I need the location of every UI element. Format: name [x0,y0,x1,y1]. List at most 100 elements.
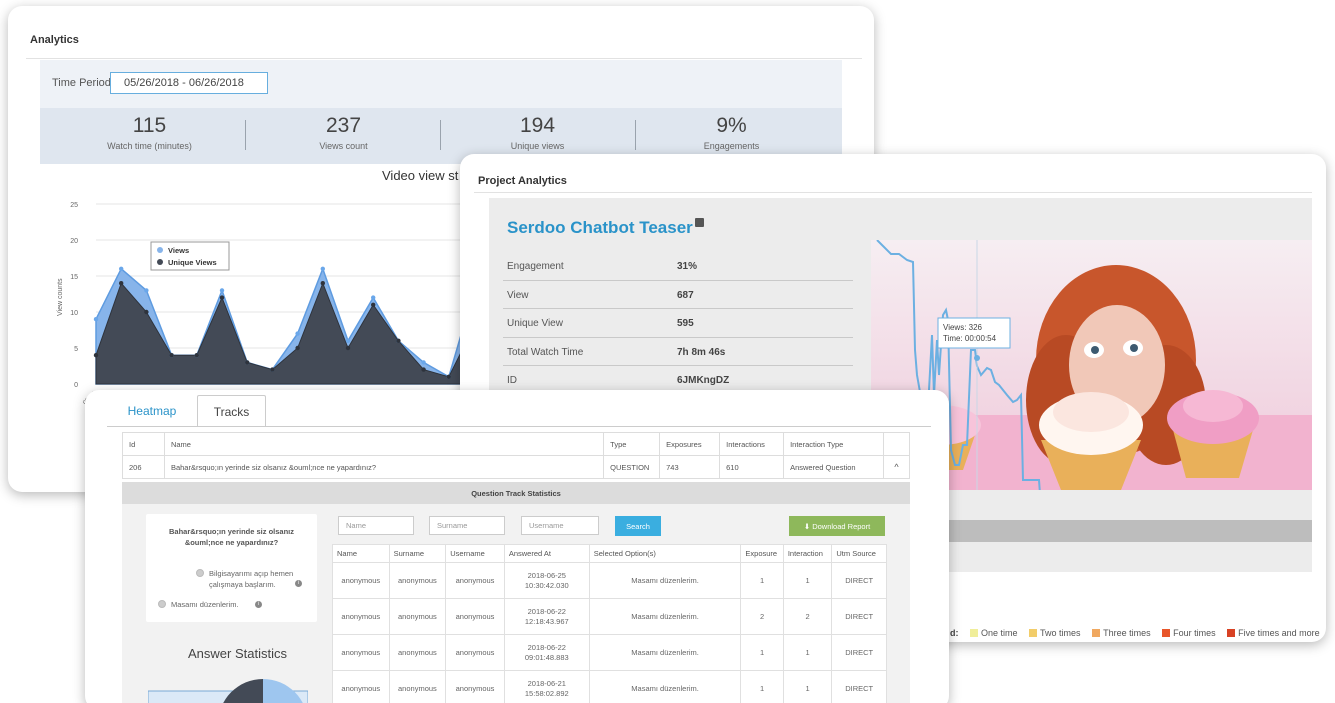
unique-views-point[interactable] [446,374,451,379]
unique-views-point[interactable] [345,345,351,351]
views-point[interactable] [144,288,149,293]
cell-answered-at: 2018-06-21 15:58:02.892 [503,670,590,703]
cell-option: Masamı düzenlerim. [588,562,742,599]
chevron-up-icon[interactable]: ^ [882,455,911,479]
external-link-icon[interactable] [694,218,704,227]
stat-value: 237 [325,114,362,137]
info-icon[interactable]: i [255,601,262,608]
row-name: Bahar&rsquo;ın yerinde siz olsanız &ouml… [163,455,605,479]
views-point[interactable] [119,266,124,271]
unique-views-point[interactable] [93,353,99,358]
cell-interaction: 1 [782,670,833,703]
row-interaction-type: Answered Question [783,455,884,479]
unique-views-point[interactable] [320,281,325,286]
meta-value: 7h 8m 46s [677,346,726,358]
unique-views-point[interactable] [219,295,225,300]
tab-tracks[interactable]: Tracks [197,395,266,427]
unique-views-point[interactable] [295,345,300,351]
meta-row-total-watch-time: Total Watch Time 7h 8m 46s [503,338,853,366]
download-report-button[interactable]: ⬇ Download Report [789,516,885,536]
chart-title: Video view st [382,168,459,183]
answered-date: 2018-06-22 [527,606,566,616]
cell-utm: DIRECT [831,634,887,671]
cell-username: anonymous [445,562,505,599]
search-button[interactable]: Search [615,516,661,536]
cell-answered-at: 2018-06-25 10:30:42.030 [503,562,590,599]
views-point[interactable] [320,266,325,271]
legend-swatch-views [157,247,163,253]
tab-heatmap[interactable]: Heatmap [107,395,197,427]
unique-views-point[interactable] [371,302,376,307]
time-period-input[interactable]: 05/26/2018 - 06/26/2018 [110,72,268,94]
col-interaction-type: Interaction Type [783,432,884,456]
cell-username: anonymous [445,634,505,671]
unique-views-point[interactable] [119,281,124,286]
col-exposures: Exposures [659,432,721,456]
heatmap-legend: d: One time Two times Three times Four t… [950,628,1320,638]
table-row: anonymous anonymous anonymous 2018-06-25… [332,562,887,599]
option-radio[interactable] [158,600,166,608]
project-name-link[interactable]: Serdoo Chatbot Teaser [507,218,704,238]
views-point[interactable] [345,338,351,343]
unique-views-point[interactable] [396,338,401,343]
unique-views-point[interactable] [245,360,250,365]
video-view-chart: 0510152025 05-27 View counts Views Uniqu… [57,202,477,406]
unique-views-point[interactable] [169,353,174,358]
option-radio[interactable] [196,569,204,577]
responses-table: Name Surname Username Answered At Select… [332,544,887,703]
col-utm-source: Utm Source [831,544,887,563]
meta-row-view: View 687 [503,281,853,309]
legend-swatch-one-time [970,629,979,637]
download-icon: ⬇ [803,522,811,531]
project-name[interactable]: Serdoo Chatbot Teaser [507,218,693,237]
answer-donut-chart [148,679,308,703]
answered-date: 2018-06-22 [527,642,566,652]
stat-label: Unique views [510,141,565,151]
unique-views-point[interactable] [421,367,426,372]
info-icon[interactable]: i [295,580,302,587]
name-filter-input[interactable]: Name [338,516,414,535]
y-tick-label: 15 [70,274,78,281]
unique-views-point[interactable] [270,367,275,372]
legend-one-time: One time [981,628,1018,638]
surname-filter-input[interactable]: Surname [429,516,505,535]
unique-views-point[interactable] [144,309,149,315]
views-point[interactable] [421,360,426,365]
cell-surname: anonymous [388,598,447,635]
cell-name: anonymous [332,634,390,671]
stat-label: Views count [319,141,368,151]
col-type: Type [603,432,661,456]
cell-exposure: 2 [740,598,784,635]
answered-time: 10:30:42.030 [524,580,569,590]
table-row[interactable]: 206 Bahar&rsquo;ın yerinde siz olsanız &… [122,455,911,479]
stat-value: 115 [132,114,167,137]
cell-interaction: 1 [782,562,833,599]
answered-date: 2018-06-21 [527,678,566,688]
col-toggle [882,432,911,456]
col-surname: Surname [388,544,447,563]
meta-value: 687 [677,289,694,301]
cell-option: Masamı düzenlerim. [588,634,742,671]
cell-name: anonymous [332,670,390,703]
views-point[interactable] [295,331,300,336]
stat-watch-time: 115 Watch time (minutes) [52,114,247,151]
question-card: Bahar&rsquo;ın yerinde siz olsanız &ouml… [146,514,317,622]
views-point[interactable] [219,288,225,293]
answer-statistics-title: Answer Statistics [188,646,287,661]
cell-answered-at: 2018-06-22 09:01:48.883 [503,634,590,671]
meta-value: 31% [677,261,698,272]
col-name: Name [332,544,390,563]
unique-views-point[interactable] [194,353,199,358]
title-divider [26,58,862,59]
views-point[interactable] [371,295,376,300]
tooltip-time: Time: 00:00:54 [943,334,997,343]
legend-swatch-four-times [1162,629,1171,637]
username-filter-input[interactable]: Username [521,516,599,535]
cell-surname: anonymous [388,562,447,599]
analytics-title: Analytics [30,34,79,46]
views-point[interactable] [93,317,99,322]
meta-key: View [507,289,529,301]
col-selected-options: Selected Option(s) [588,544,742,563]
tab-divider [107,426,931,427]
table-row: anonymous anonymous anonymous 2018-06-22… [332,634,887,671]
